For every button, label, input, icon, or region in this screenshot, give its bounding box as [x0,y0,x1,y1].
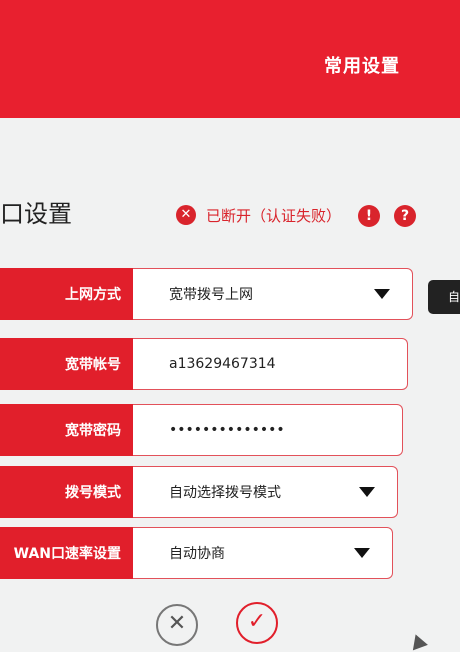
dial-mode-value: 自动选择拨号模式 [169,485,281,501]
account-input[interactable]: a13629467314 [133,338,408,390]
check-icon: ✓ [247,609,267,634]
chevron-down-icon [374,289,390,299]
save-button[interactable]: ✓ [236,602,278,644]
password-input[interactable]: •••••••••••••• [133,404,403,456]
status-text: 已断开（认证失败） [206,206,342,225]
wan-speed-select[interactable]: 自动协商 [133,527,393,579]
account-value: a13629467314 [169,356,276,372]
cancel-button[interactable]: ✕ [156,604,198,646]
dial-mode-label: 拨号模式 [0,466,133,518]
form-row-wan-speed: WAN口速率设置 自动协商 [0,527,460,579]
dial-mode-select[interactable]: 自动选择拨号模式 [133,466,398,518]
chevron-down-icon [359,487,375,497]
page-title: 口设置 [0,200,72,228]
x-circle-icon: ✕ [176,205,196,225]
alert-icon[interactable]: ! [358,205,380,227]
top-header: 常用设置 [0,0,460,118]
connection-status: ✕ 已断开（认证失败） [176,203,341,227]
connection-type-label: 上网方式 [0,268,133,320]
wan-speed-label: WAN口速率设置 [0,527,133,579]
connection-type-select[interactable]: 宽带拨号上网 [133,268,413,320]
connection-type-value: 宽带拨号上网 [169,287,253,303]
form-row-connection-type: 上网方式 宽带拨号上网 [0,268,460,320]
password-value: •••••••••••••• [169,422,285,438]
form-row-account: 宽带帐号 a13629467314 [0,338,460,390]
chevron-down-icon [354,548,370,558]
account-label: 宽带帐号 [0,338,133,390]
wan-speed-value: 自动协商 [169,546,225,562]
password-label: 宽带密码 [0,404,133,456]
side-button[interactable]: 自 [428,280,460,314]
form-row-dial-mode: 拨号模式 自动选择拨号模式 [0,466,460,518]
form-row-password: 宽带密码 •••••••••••••• [0,404,460,456]
common-settings-tab[interactable]: 常用设置 [324,52,400,78]
close-icon: ✕ [167,611,187,636]
help-icon[interactable]: ? [394,205,416,227]
